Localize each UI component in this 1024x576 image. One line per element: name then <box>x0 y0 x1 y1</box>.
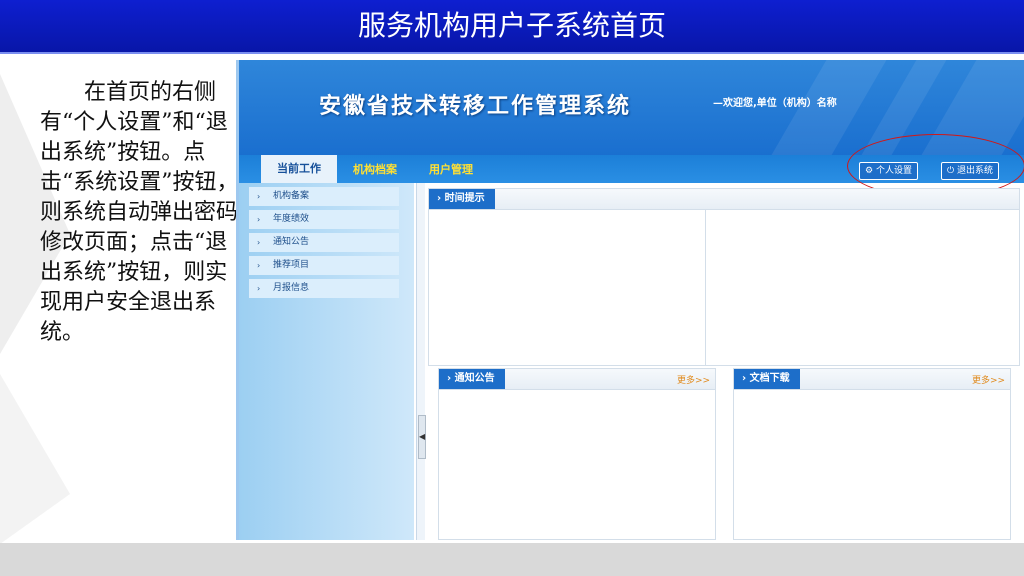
panel-header: › 文档下载 更多>> <box>734 369 1010 390</box>
nav-tab-archive[interactable]: 机构档案 <box>353 161 397 177</box>
panel-title: 时间提示 <box>444 193 485 204</box>
panel-title: 文档下载 <box>749 373 790 384</box>
slide-description: 在首页的右侧有“个人设置”和“退出系统”按钮。点击“系统设置”按钮，则系统自动弹… <box>40 80 239 345</box>
sidebar-item-projects[interactable]: › 推荐项目 <box>249 256 399 275</box>
sidebar-item-label: 月报信息 <box>273 283 310 293</box>
sidebar-item-filing[interactable]: › 机构备案 <box>249 187 399 206</box>
chevron-right-icon: › <box>447 373 455 384</box>
time-reminder-tab[interactable]: › 时间提示 <box>429 189 495 209</box>
chevron-right-icon: › <box>257 215 261 224</box>
sidebar-splitter <box>416 183 425 540</box>
notice-panel: › 通知公告 更多>> <box>438 368 716 540</box>
docs-panel: › 文档下载 更多>> <box>733 368 1011 540</box>
notice-more-link[interactable]: 更多>> <box>677 373 710 386</box>
sidebar-toggle[interactable]: ◀ <box>418 415 426 459</box>
nav-tab-users[interactable]: 用户管理 <box>429 161 473 177</box>
sidebar: › 机构备案 › 年度绩效 › 通知公告 › 推荐项目 › 月报信息 <box>239 183 414 540</box>
panel-title: 通知公告 <box>454 373 495 384</box>
title-divider <box>0 52 1024 54</box>
app-title: 安徽省技术转移工作管理系统 <box>319 94 632 119</box>
slide-title: 服务机构用户子系统首页 <box>0 0 1024 52</box>
sidebar-item-label: 推荐项目 <box>273 260 310 270</box>
panel-header: › 时间提示 <box>429 189 1019 210</box>
nav-tab-current-work[interactable]: 当前工作 <box>261 155 337 183</box>
slide-footer <box>0 543 1024 576</box>
sidebar-item-monthly[interactable]: › 月报信息 <box>249 279 399 298</box>
chevron-right-icon: › <box>437 193 445 204</box>
sidebar-item-label: 机构备案 <box>273 191 310 201</box>
sidebar-item-label: 通知公告 <box>273 237 310 247</box>
docs-more-link[interactable]: 更多>> <box>972 373 1005 386</box>
chevron-right-icon: › <box>257 284 261 293</box>
panel-header: › 通知公告 更多>> <box>439 369 715 390</box>
docs-tab[interactable]: › 文档下载 <box>734 369 800 389</box>
chevron-right-icon: › <box>257 238 261 247</box>
time-reminder-panel: › 时间提示 <box>428 188 1020 366</box>
sidebar-item-label: 年度绩效 <box>273 214 310 224</box>
chevron-right-icon: › <box>257 261 261 270</box>
sidebar-item-performance[interactable]: › 年度绩效 <box>249 210 399 229</box>
chevron-right-icon: › <box>257 192 261 201</box>
panel-divider <box>705 210 706 365</box>
welcome-text: —欢迎您,单位（机构）名称 <box>713 98 837 109</box>
sidebar-item-notices[interactable]: › 通知公告 <box>249 233 399 252</box>
app-screenshot: 安徽省技术转移工作管理系统 —欢迎您,单位（机构）名称 当前工作 机构档案 用户… <box>236 60 1024 540</box>
notice-tab[interactable]: › 通知公告 <box>439 369 505 389</box>
chevron-right-icon: › <box>742 373 750 384</box>
